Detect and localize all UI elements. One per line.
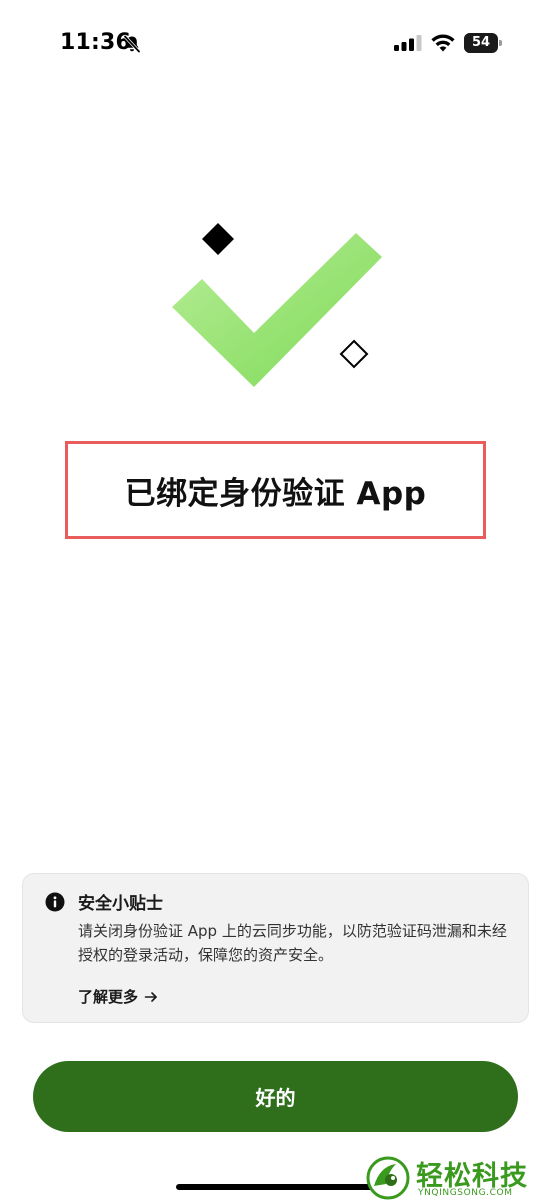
status-time: 11:36 (60, 30, 132, 55)
wifi-icon (431, 34, 455, 52)
arrow-right-icon (144, 991, 157, 1002)
watermark-domain: YNQINGSONG.COM (418, 1188, 513, 1198)
learn-more-link[interactable]: 了解更多 (78, 986, 158, 1007)
security-tip-card: 安全小贴士 请关闭身份验证 App 上的云同步功能，以防范验证码泄漏和未经授权的… (22, 873, 529, 1023)
site-watermark: 轻松科技 YNQINGSONG.COM (366, 1152, 551, 1200)
cellular-signal-icon (394, 35, 422, 51)
battery-icon: 54 (464, 33, 504, 53)
battery-cap (499, 40, 502, 46)
tip-title: 安全小贴士 (78, 894, 163, 914)
info-icon (45, 892, 65, 912)
page-title: 已绑定身份验证 App (124, 475, 427, 512)
filled-diamond-icon (202, 223, 234, 255)
home-indicator[interactable] (176, 1184, 376, 1190)
bell-slash-icon (123, 34, 141, 54)
title-highlight-box: 已绑定身份验证 App (65, 441, 486, 539)
outline-diamond-icon (339, 339, 369, 369)
learn-more-label: 了解更多 (78, 988, 139, 1006)
battery-level: 54 (471, 35, 491, 50)
tip-body: 请关闭身份验证 App 上的云同步功能，以防范验证码泄漏和未经授权的登录活动，保… (78, 922, 507, 964)
watermark-logo-icon (366, 1156, 410, 1200)
status-bar: 11:36 54 (0, 0, 551, 90)
hero-graphic (172, 223, 382, 387)
ok-button[interactable]: 好的 (33, 1061, 518, 1132)
screen: 11:36 54 已绑定身份验证 App 安全小贴士 请关闭身份验证 App 上… (0, 0, 551, 1200)
battery-body: 54 (464, 33, 498, 53)
